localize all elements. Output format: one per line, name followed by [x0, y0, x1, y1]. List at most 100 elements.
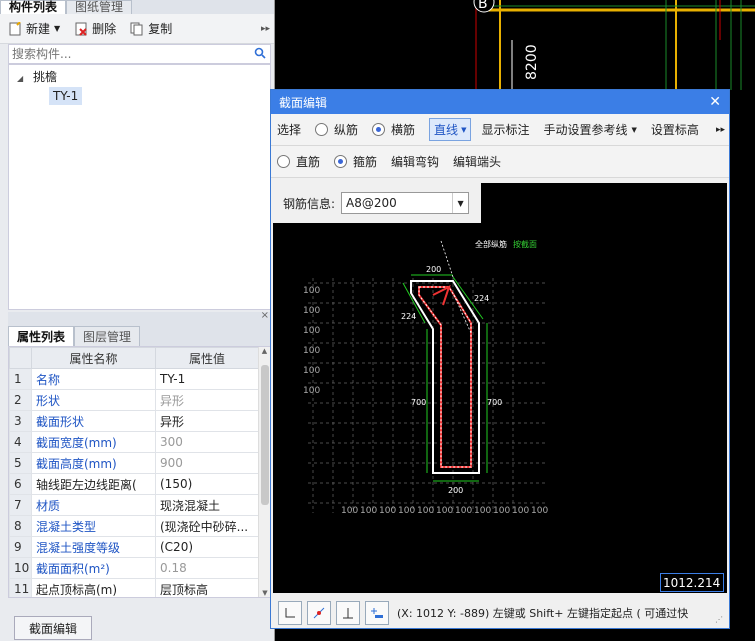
table-row[interactable]: 10 截面面积(m²) 0.18 [9, 557, 259, 579]
perpendicular-button[interactable] [336, 600, 360, 625]
set-elevation-button[interactable]: 设置标高 [651, 121, 699, 138]
tree-child-label: TY-1 [53, 89, 79, 103]
grid-tick-label: 100 [493, 506, 510, 516]
property-value[interactable]: 层顶标高 [155, 578, 259, 597]
copy-icon [130, 22, 144, 36]
row-index: 7 [9, 494, 32, 516]
property-tabs: 属性列表 图层管理 [8, 326, 271, 346]
more-icon[interactable]: ▸▸ [716, 125, 725, 135]
coordinate-input[interactable]: 1012.214 [660, 573, 724, 592]
table-row[interactable]: 1 名称 TY-1 [9, 368, 259, 390]
scroll-up-icon[interactable]: ▲ [259, 347, 270, 355]
option-stirrup-label: 箍筋 [353, 155, 378, 169]
property-name: 截面高度(mm) [31, 452, 156, 474]
property-value[interactable]: 异形 [155, 389, 259, 411]
option-stirrup[interactable]: 箍筋 [334, 153, 377, 170]
close-icon[interactable]: ✕ [709, 94, 721, 110]
property-value[interactable]: 现浇混凝土 [155, 494, 259, 516]
row-index: 10 [9, 557, 32, 579]
table-row[interactable]: 8 混凝土类型 (现浇砼中砂碎... [9, 515, 259, 537]
table-row[interactable]: 7 材质 现浇混凝土 [9, 494, 259, 516]
option-longitudinal[interactable]: 纵筋 [315, 121, 358, 138]
copy-label: 复制 [148, 22, 173, 36]
property-value[interactable]: 900 [155, 452, 259, 474]
radio-icon [315, 123, 329, 136]
section-canvas[interactable]: 钢筋信息: A8@200 ▼ 100 100 100 100 100 100 200 [273, 183, 727, 593]
resize-grip-icon[interactable]: ⋰ [715, 615, 723, 624]
table-row[interactable]: 9 混凝土强度等级 (C20) [9, 536, 259, 558]
search-icon[interactable] [254, 47, 266, 62]
table-row[interactable]: 2 形状 异形 [9, 389, 259, 411]
tree-node-canopy[interactable]: ◢ 挑檐 [17, 68, 57, 85]
new-button[interactable]: 新建 ▼ [8, 20, 60, 37]
section-edit-dialog: 截面编辑 ✕ 选择 纵筋 横筋 直线 ▼ 显示标注 手动设置参考线 ▼ 设置标高 ▸… [270, 89, 730, 629]
tree-node-ty1[interactable]: TY-1 [49, 87, 83, 105]
scroll-thumb[interactable] [261, 365, 269, 505]
property-name: 混凝土类型 [31, 515, 156, 537]
component-toolbar: 新建 ▼ 删除 复制 ▸▸ [0, 14, 274, 44]
grid-tick-label: 100 [531, 506, 548, 516]
table-row[interactable]: 11 起点顶标高(m) 层顶标高 [9, 578, 259, 597]
option-straight[interactable]: 直筋 [277, 153, 320, 170]
chevron-down-icon: ▼ [54, 24, 61, 33]
property-name: 名称 [31, 368, 156, 390]
dialog-titlebar: 截面编辑 ✕ [271, 90, 729, 114]
ortho-button[interactable] [278, 600, 302, 625]
copy-button[interactable]: 复制 [130, 20, 172, 37]
row-index: 1 [9, 368, 32, 390]
table-row[interactable]: 4 截面宽度(mm) 300 [9, 431, 259, 453]
row-index: 3 [9, 410, 32, 432]
grid-tick-label: 100 [379, 506, 396, 516]
perpendicular-icon [343, 607, 353, 618]
column-header-index [9, 347, 32, 369]
line-dropdown[interactable]: 直线 ▼ [429, 118, 472, 141]
new-icon [8, 20, 22, 36]
property-scrollbar[interactable]: ▲ ▼ [258, 347, 270, 597]
option-longitudinal-label: 纵筋 [334, 123, 359, 137]
status-text: (X: 1012 Y: -889) 左键或 Shift+ 左键指定起点 ( 可通… [397, 606, 689, 620]
select-button[interactable]: 选择 [277, 121, 301, 138]
property-name: 起点顶标高(m) [31, 578, 156, 597]
section-edit-button[interactable]: 截面编辑 [14, 616, 92, 640]
grid-tick-label: 100 [303, 286, 320, 296]
property-value[interactable]: TY-1 [155, 368, 259, 390]
component-panel: 构件列表 图纸管理 新建 ▼ 删除 复制 ▸▸ ◢ 挑檐 TY-1 × [0, 0, 275, 641]
property-value[interactable]: 300 [155, 431, 259, 453]
row-index: 4 [9, 431, 32, 453]
tab-property-list[interactable]: 属性列表 [8, 326, 75, 346]
manual-reference-dropdown[interactable]: 手动设置参考线 ▼ [543, 121, 636, 138]
close-icon[interactable]: × [261, 310, 269, 321]
snap-button[interactable] [307, 600, 331, 625]
drawing-canvas-top[interactable]: B 8200 [276, 0, 755, 90]
property-value[interactable]: (C20) [155, 536, 259, 558]
edit-end-button[interactable]: 编辑端头 [453, 153, 501, 170]
property-name: 截面形状 [31, 410, 156, 432]
table-row[interactable]: 3 截面形状 异形 [9, 410, 259, 432]
row-index: 2 [9, 389, 32, 411]
grid-tick-label: 100 [398, 506, 415, 516]
table-row[interactable]: 6 轴线距左边线距离((150) [9, 473, 259, 495]
property-name: 轴线距左边线距离( [31, 473, 156, 495]
option-transverse[interactable]: 横筋 [372, 121, 415, 138]
ortho-icon [285, 607, 295, 617]
collapse-icon[interactable]: ◢ [17, 74, 23, 83]
tab-layer-management[interactable]: 图层管理 [74, 326, 141, 346]
radio-icon [277, 155, 290, 168]
row-index: 8 [9, 515, 32, 537]
new-label: 新建 [26, 22, 51, 36]
search-input[interactable] [9, 47, 254, 61]
dynamic-input-button[interactable] [365, 600, 389, 625]
edit-hook-button[interactable]: 编辑弯钩 [391, 153, 439, 170]
column-header-value: 属性值 [155, 347, 259, 369]
property-value[interactable]: (现浇砼中砂碎... [155, 515, 259, 537]
property-panel-header: × [8, 310, 271, 326]
property-value[interactable]: 0.18 [155, 557, 259, 579]
more-icon[interactable]: ▸▸ [261, 24, 270, 34]
delete-button[interactable]: 删除 [74, 20, 116, 37]
table-row[interactable]: 5 截面高度(mm) 900 [9, 452, 259, 474]
tab-drawing-management[interactable]: 图纸管理 [66, 0, 133, 14]
property-value[interactable]: 异形 [155, 410, 259, 432]
tab-component-list[interactable]: 构件列表 [0, 0, 67, 14]
property-value[interactable]: (150) [155, 473, 259, 495]
show-annotation-button[interactable]: 显示标注 [481, 121, 529, 138]
